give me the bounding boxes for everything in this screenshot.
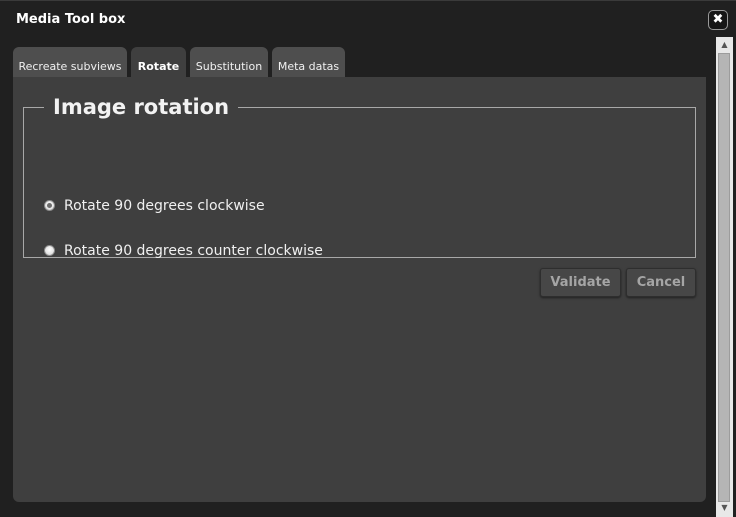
scroll-down-icon[interactable]: ▼ xyxy=(716,501,733,515)
dialog-title: Media Tool box xyxy=(16,12,126,27)
close-icon[interactable]: ✖ xyxy=(708,10,728,30)
media-toolbox-dialog: Media Tool box ✖ Recreate subviews Rotat… xyxy=(0,0,736,517)
rotate-clockwise-radio[interactable] xyxy=(44,200,55,211)
fieldset-legend: Image rotation xyxy=(44,93,239,121)
validate-button[interactable]: Validate xyxy=(540,268,621,297)
scroll-thumb[interactable] xyxy=(718,53,730,502)
rotate-clockwise-label[interactable]: Rotate 90 degrees clockwise xyxy=(64,196,265,216)
vertical-scrollbar[interactable]: ▲ ▼ xyxy=(716,37,733,517)
title-bar: Media Tool box ✖ xyxy=(0,1,736,37)
tab-substitution[interactable]: Substitution xyxy=(190,47,268,77)
tab-panel-rotate: Image rotation Rotate 90 degrees clockwi… xyxy=(13,77,706,502)
rotate-counter-clockwise-label[interactable]: Rotate 90 degrees counter clockwise xyxy=(64,241,323,261)
tab-rotate[interactable]: Rotate xyxy=(131,47,186,77)
tab-recreate-subviews[interactable]: Recreate subviews xyxy=(13,47,127,77)
image-rotation-fieldset: Image rotation Rotate 90 degrees clockwi… xyxy=(23,93,696,261)
scroll-up-icon[interactable]: ▲ xyxy=(716,38,733,52)
cancel-button[interactable]: Cancel xyxy=(626,268,696,297)
tab-meta-datas[interactable]: Meta datas xyxy=(272,47,345,77)
rotate-counter-clockwise-radio[interactable] xyxy=(44,245,55,256)
